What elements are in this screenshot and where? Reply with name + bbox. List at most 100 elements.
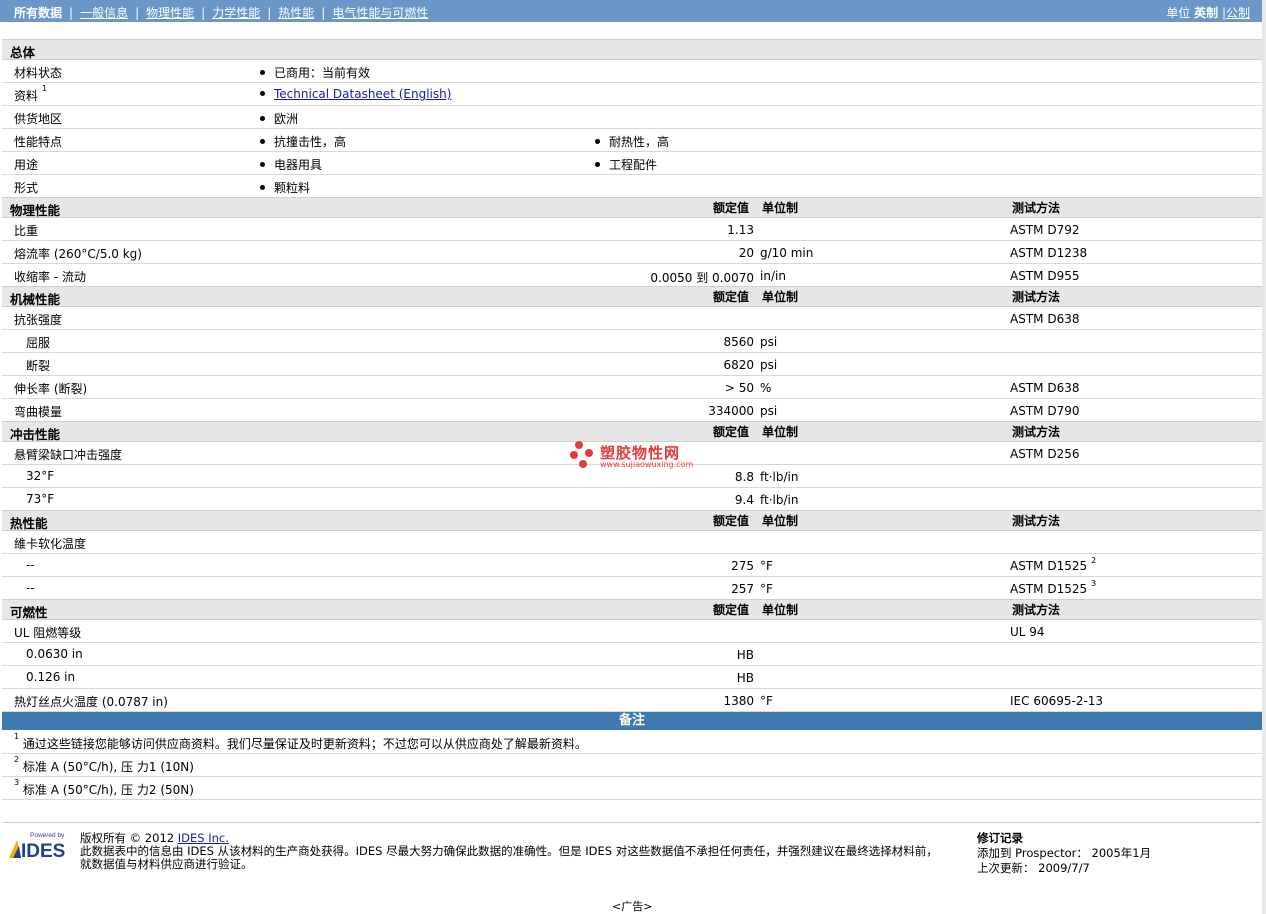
- row-method: ASTM D792: [1010, 223, 1079, 237]
- table-row: 73°F 9.4 ft·lb/in: [2, 488, 1262, 511]
- table-row: 熔流率 (260°C/5.0 kg) 20 g/10 min ASTM D1238: [2, 241, 1262, 264]
- row-label: 抗张强度: [14, 313, 63, 327]
- footnote-ref: 2: [1090, 556, 1097, 565]
- row-label: 热灯丝点火温度 (0.0787 in): [14, 695, 168, 709]
- col-header-method: 测试方法: [1012, 514, 1061, 528]
- bullet-icon: [260, 70, 265, 75]
- row-label: --: [26, 581, 35, 595]
- value-text: 颗粒料: [274, 181, 311, 195]
- row-label: 断裂: [26, 359, 51, 373]
- row-unit: ft·lb/in: [760, 493, 799, 507]
- footnote-num: 2: [14, 755, 20, 764]
- nav-separator: |: [69, 6, 74, 20]
- section-header-thermal: 热性能 额定值 单位制 测试方法: [2, 510, 1262, 531]
- units-imperial[interactable]: 英制: [1194, 6, 1218, 20]
- units-metric[interactable]: 公制: [1226, 6, 1250, 20]
- section-header-general: 总体: [2, 39, 1262, 60]
- method-text: ASTM D1525: [1010, 559, 1088, 573]
- units-label: 单位: [1166, 6, 1191, 20]
- value-text: 已商用：当前有效: [274, 66, 371, 80]
- col-header-nominal: 额定值: [713, 201, 750, 215]
- col-header-unit: 单位制: [762, 425, 799, 439]
- row-method: ASTM D1525 2: [1010, 556, 1097, 573]
- ides-logo: Powered by IDES: [9, 832, 65, 860]
- footer-divider: [2, 822, 1262, 823]
- row-value: 欧洲: [260, 110, 298, 127]
- row-value: HB: [736, 671, 754, 685]
- row-value: 6820: [723, 358, 754, 372]
- row-value: 257: [731, 582, 754, 596]
- col-header-unit: 单位制: [762, 603, 799, 617]
- row-unit: °F: [760, 694, 773, 708]
- method-text: ASTM D256: [1010, 447, 1080, 461]
- watermark-url: www.sujiaowuxing.com: [600, 460, 694, 469]
- datasheet-link[interactable]: Technical Datasheet (English): [274, 87, 451, 101]
- method-text: ASTM D790: [1010, 404, 1080, 418]
- table-row: 維卡软化温度: [2, 531, 1262, 554]
- table-row: 性能特点 抗撞击性，高 耐热性，高: [2, 129, 1262, 152]
- note-body: 标准 A (50°C/h), 压 力2 (50N): [22, 783, 194, 797]
- col-header-method: 测试方法: [1012, 201, 1061, 215]
- method-text: UL 94: [1010, 625, 1045, 639]
- disclaimer-line: 就数据值与材料供应商进行验证。: [80, 857, 253, 871]
- section-title: 热性能: [10, 516, 48, 531]
- footnote-ref: 1: [41, 84, 47, 93]
- bullet-icon: [595, 139, 600, 144]
- row-method: ASTM D1238: [1010, 246, 1087, 260]
- tab-electrical-flammability[interactable]: 电气性能与可燃性: [332, 6, 428, 20]
- row-value: Technical Datasheet (English): [260, 87, 451, 101]
- row-value: HB: [736, 648, 754, 662]
- revision-added: 添加到 Prospector： 2005年1月: [977, 846, 1152, 860]
- section-header-physical: 物理性能 额定值 单位制 测试方法: [2, 197, 1262, 218]
- value-text: 电器用具: [274, 158, 323, 172]
- table-row: 0.0630 in HB: [2, 643, 1262, 666]
- note-body: 标准 A (50°C/h), 压 力1 (10N): [22, 760, 194, 774]
- tab-general-info[interactable]: 一般信息: [80, 6, 128, 20]
- row-label: 32°F: [26, 469, 55, 483]
- table-row: 伸长率 (断裂) > 50% ASTM D638: [2, 376, 1262, 399]
- nav-separator: |: [135, 6, 140, 20]
- table-row: 抗张强度 ASTM D638: [2, 307, 1262, 330]
- tab-physical[interactable]: 物理性能: [146, 6, 194, 20]
- table-row: 屈服 8560 psi: [2, 330, 1262, 353]
- row-unit: psi: [760, 335, 778, 349]
- method-text: IEC 60695-2-13: [1010, 694, 1104, 708]
- table-row: 比重 1.13 ASTM D792: [2, 218, 1262, 241]
- section-title: 总体: [10, 45, 36, 60]
- value-text: 耐热性，高: [609, 135, 670, 149]
- table-row: 资料 1 Technical Datasheet (English): [2, 83, 1262, 106]
- row-label: 0.126 in: [26, 670, 76, 684]
- row-label: 0.0630 in: [26, 647, 83, 661]
- ides-link[interactable]: IDES Inc.: [178, 831, 229, 845]
- row-label: 比重: [14, 224, 39, 238]
- row-unit: °F: [760, 582, 773, 596]
- section-header-impact: 冲击性能 额定值 单位制 测试方法: [2, 421, 1262, 442]
- row-unit: psi: [760, 358, 778, 372]
- row-value: 电器用具: [260, 156, 322, 173]
- row-value: 抗撞击性，高: [260, 133, 346, 150]
- row-value: > 50: [724, 381, 754, 395]
- value-text: 抗撞击性，高: [274, 135, 347, 149]
- tab-thermal[interactable]: 热性能: [278, 6, 314, 20]
- row-label: 伸长率 (断裂): [14, 382, 88, 396]
- row-value: 0.0050 到 0.0070: [650, 271, 754, 285]
- table-row: 热灯丝点火温度 (0.0787 in) 1380 °F IEC 60695-2-13: [2, 689, 1262, 712]
- table-row: -- 257 °F ASTM D1525 3: [2, 577, 1262, 600]
- section-title: 机械性能: [10, 292, 61, 307]
- row-value: 1.13: [727, 223, 754, 237]
- col-header-nominal: 额定值: [713, 514, 750, 528]
- table-row: 弯曲模量 334000 psi ASTM D790: [2, 399, 1262, 422]
- scrollbar[interactable]: [1262, 0, 1266, 914]
- row-label: UL 阻燃等级: [14, 626, 82, 640]
- row-method: IEC 60695-2-13: [1010, 694, 1103, 708]
- col-header-nominal: 额定值: [713, 603, 750, 617]
- row-method: UL 94: [1010, 625, 1045, 639]
- row-value: 20: [738, 246, 754, 260]
- tab-mechanical[interactable]: 力学性能: [212, 6, 260, 20]
- row-label: 熔流率 (260°C/5.0 kg): [14, 247, 142, 261]
- tab-all-data[interactable]: 所有数据: [14, 6, 62, 20]
- nav-separator: |: [321, 6, 326, 20]
- row-label: 73°F: [26, 492, 55, 506]
- row-unit: °F: [760, 559, 773, 573]
- bullet-icon: [260, 91, 265, 96]
